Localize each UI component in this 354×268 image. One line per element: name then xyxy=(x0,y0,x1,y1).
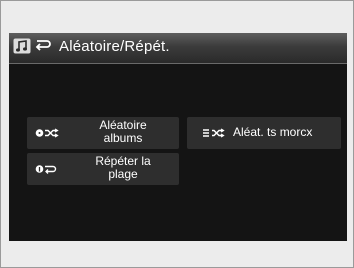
shuffle-albums-label: Aléatoire albums xyxy=(79,119,167,145)
shuffle-albums-button[interactable]: Aléatoire albums xyxy=(27,117,179,149)
title-bar: Aléatoire/Répét. xyxy=(9,33,347,64)
repeat-track-button[interactable]: Répéter la plage xyxy=(27,153,179,185)
music-note-icon xyxy=(13,38,31,59)
shuffle-albums-label-line2: albums xyxy=(103,131,143,145)
track-repeat-icon xyxy=(35,164,57,174)
repeat-track-label-line2: plage xyxy=(108,167,138,181)
repeat-track-label: Répéter la plage xyxy=(79,155,167,181)
title-icons xyxy=(13,38,52,59)
disc-shuffle-icon xyxy=(35,128,59,138)
display-screen: Aléatoire/Répét. Aléatoire albums Aléat.… xyxy=(9,33,347,241)
shuffle-all-tracks-button[interactable]: Aléat. ts morcx xyxy=(187,117,341,149)
shuffle-albums-label-line1: Aléatoire xyxy=(99,118,147,132)
list-shuffle-icon xyxy=(203,128,225,138)
manual-illustration-frame: Aléatoire/Répét. Aléatoire albums Aléat.… xyxy=(0,0,354,268)
shuffle-all-tracks-label: Aléat. ts morcx xyxy=(233,125,313,139)
repeat-icon xyxy=(34,39,52,58)
repeat-track-label-line1: Répéter la xyxy=(95,154,151,168)
screen-title: Aléatoire/Répét. xyxy=(59,38,170,55)
